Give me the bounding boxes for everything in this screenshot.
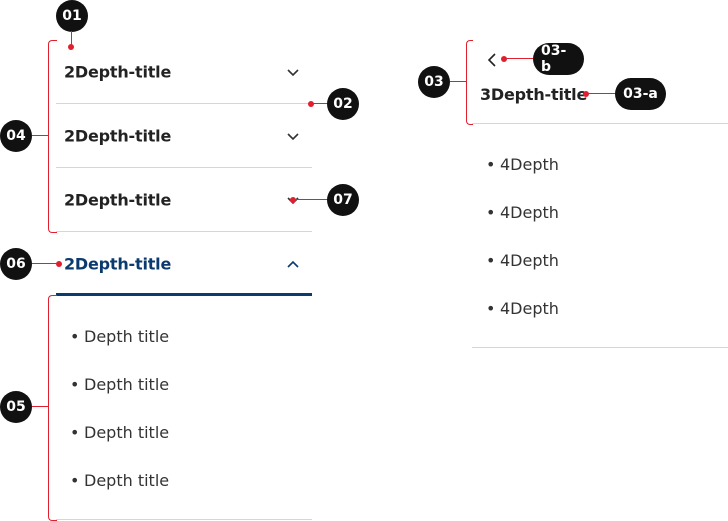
- depth4-label: 4Depth: [500, 299, 559, 318]
- callout-04: 04: [0, 120, 32, 152]
- bullet: •: [70, 327, 80, 346]
- callout-leader: [294, 199, 328, 200]
- callout-07: 07: [327, 184, 359, 216]
- depth4-label: 4Depth: [500, 203, 559, 222]
- callout-dot: [308, 101, 314, 107]
- callout-03-a: 03-a: [615, 78, 666, 110]
- bullet: •: [486, 299, 496, 318]
- panel-title: 3Depth-title: [480, 85, 588, 104]
- accordion-row-1[interactable]: 2Depth-title: [56, 40, 312, 104]
- depth4-label: 4Depth: [500, 155, 559, 174]
- callout-dot: [501, 56, 507, 62]
- callout-bracket: [48, 40, 57, 233]
- bullet: •: [70, 471, 80, 490]
- depth4-item[interactable]: • 4Depth: [486, 155, 559, 174]
- bullet: •: [486, 203, 496, 222]
- depth4-item[interactable]: • 4Depth: [486, 251, 559, 270]
- callout-leader: [587, 93, 617, 94]
- callout-03: 03: [418, 66, 450, 98]
- depth4-item[interactable]: • 4Depth: [486, 203, 559, 222]
- row-title: 2Depth-title: [64, 126, 172, 146]
- active-indicator: [56, 293, 312, 296]
- sub-item[interactable]: • Depth title: [70, 327, 169, 346]
- row-title: 2Depth-title: [64, 62, 172, 82]
- row-title: 2Depth-title: [64, 190, 172, 210]
- callout-dot: [56, 261, 62, 267]
- callout-leader: [450, 81, 466, 82]
- accordion-row-2[interactable]: 2Depth-title: [56, 104, 312, 168]
- callout-bracket: [48, 295, 57, 521]
- accordion-row-active[interactable]: 2Depth-title: [56, 232, 312, 296]
- sub-item[interactable]: • Depth title: [70, 471, 169, 490]
- chevron-down-icon: [287, 133, 299, 141]
- sub-item-label: Depth title: [84, 423, 170, 442]
- callout-leader: [32, 135, 48, 136]
- callout-06: 06: [0, 248, 32, 280]
- panel-header-divider: [472, 123, 728, 124]
- panel-bottom-divider: [472, 347, 728, 348]
- row-title-active: 2Depth-title: [64, 254, 172, 274]
- sub-item-label: Depth title: [84, 471, 170, 490]
- chevron-up-icon: [287, 260, 299, 268]
- chevron-down-icon: [287, 69, 299, 77]
- callout-leader: [32, 406, 48, 407]
- callout-dot: [68, 44, 74, 50]
- sub-item-label: Depth title: [84, 375, 170, 394]
- depth4-item[interactable]: • 4Depth: [486, 299, 559, 318]
- sub-item[interactable]: • Depth title: [70, 423, 169, 442]
- callout-dot: [583, 91, 589, 97]
- bullet: •: [70, 375, 80, 394]
- sub-item-label: Depth title: [84, 327, 170, 346]
- callout-bracket: [466, 40, 473, 125]
- bullet: •: [486, 251, 496, 270]
- depth4-label: 4Depth: [500, 251, 559, 270]
- sub-item[interactable]: • Depth title: [70, 375, 169, 394]
- bullet: •: [486, 155, 496, 174]
- callout-05: 05: [0, 391, 32, 423]
- bullet: •: [70, 423, 80, 442]
- callout-leader: [312, 103, 328, 104]
- chevron-left-icon[interactable]: [484, 52, 500, 68]
- accordion-row-3[interactable]: 2Depth-title: [56, 168, 312, 232]
- callout-03-b: 03-b: [533, 43, 584, 75]
- callout-02: 02: [327, 88, 359, 120]
- callout-01: 01: [56, 0, 88, 32]
- callout-dot: [290, 197, 296, 203]
- callout-leader: [505, 58, 535, 59]
